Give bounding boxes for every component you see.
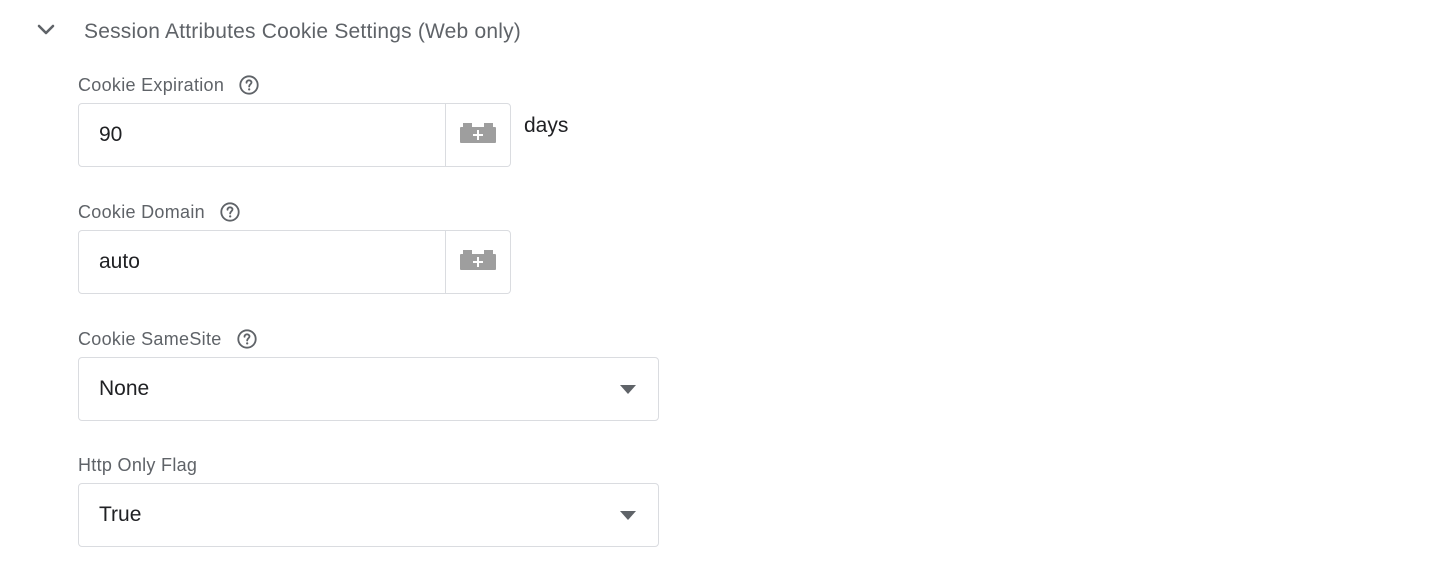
help-circle-icon[interactable] — [218, 200, 242, 224]
cookie-expiration-field — [78, 103, 511, 167]
section-collapse-toggle[interactable] — [34, 20, 58, 44]
section-title: Session Attributes Cookie Settings (Web … — [84, 20, 521, 43]
dropdown-arrow-icon — [620, 510, 636, 520]
cookie-samesite-select[interactable]: None — [78, 357, 659, 421]
variable-picker-icon — [459, 121, 497, 150]
cookie-domain-label: Cookie Domain — [78, 202, 205, 222]
http-only-flag-label-row: Http Only Flag — [78, 454, 197, 476]
cookie-expiration-input[interactable] — [79, 104, 445, 166]
help-circle-icon[interactable] — [237, 73, 261, 97]
http-only-flag-label: Http Only Flag — [78, 455, 198, 475]
variable-picker-icon — [459, 248, 497, 277]
cookie-samesite-label-row: Cookie SameSite — [78, 327, 259, 351]
cookie-samesite-selected-value: None — [99, 377, 150, 400]
http-only-flag-select[interactable]: True — [78, 483, 659, 547]
cookie-expiration-unit: days — [524, 114, 569, 137]
http-only-flag-selected-value: True — [99, 503, 142, 526]
cookie-samesite-label: Cookie SameSite — [78, 329, 222, 349]
cookie-expiration-label-row: Cookie Expiration — [78, 73, 261, 97]
cookie-expiration-label: Cookie Expiration — [78, 75, 225, 95]
cookie-expiration-variable-button[interactable] — [445, 104, 510, 166]
cookie-domain-label-row: Cookie Domain — [78, 200, 242, 224]
chevron-down-icon — [36, 23, 56, 42]
cookie-domain-field — [78, 230, 511, 294]
cookie-domain-variable-button[interactable] — [445, 231, 510, 293]
dropdown-arrow-icon — [620, 384, 636, 394]
help-circle-icon[interactable] — [235, 327, 259, 351]
cookie-domain-input[interactable] — [79, 231, 445, 293]
